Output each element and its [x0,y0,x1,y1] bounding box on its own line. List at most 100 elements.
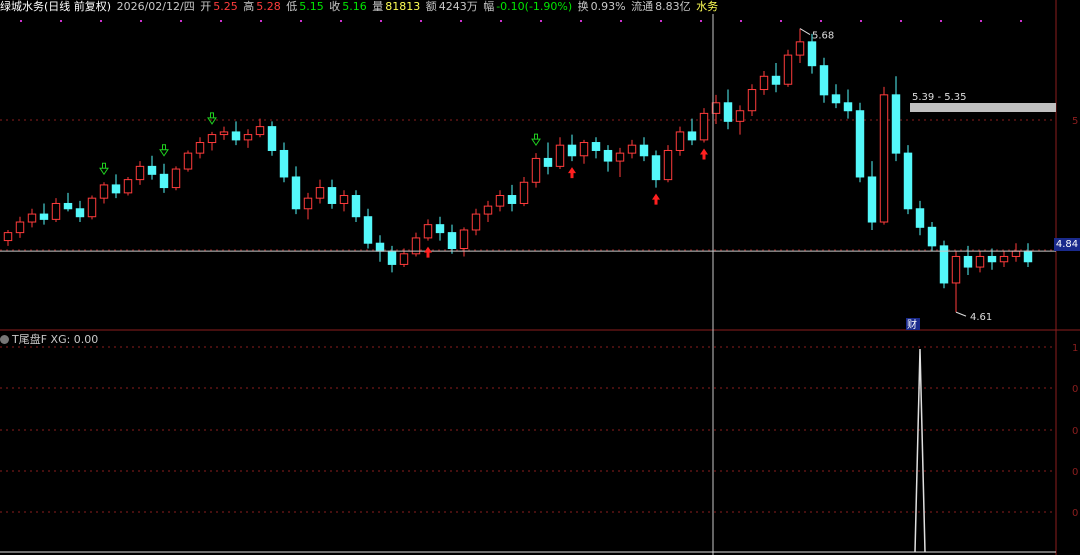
candle-body [591,142,601,151]
candle-body [159,173,169,189]
top-marker-dot [300,20,302,22]
top-marker-dot [660,20,662,22]
candle-body [747,89,757,112]
top-marker-dot [540,20,542,22]
candle-body [123,179,133,194]
candle-body [1023,250,1033,263]
candle-body [783,54,793,85]
grid-lines [0,0,1080,555]
low-pointer [955,311,967,317]
candle-body [663,149,673,181]
top-marker-dot [900,20,902,22]
candle-body [543,157,553,167]
candle-body [999,255,1009,263]
candle-body [363,216,373,244]
sub-axis-label: 0 [1072,467,1078,478]
candle-body [51,202,61,220]
candle-body [243,134,253,141]
close-value: 5.16 [342,0,367,13]
sub-panel-header: T尾盘F XG: 0.00 [0,333,98,347]
candle-body [723,102,733,122]
top-marker-dot [740,20,742,22]
range-box [910,103,1056,112]
low-label: 低 [286,0,298,13]
sub-axis-label: 0 [1072,426,1078,437]
candle-body [327,187,337,204]
candle-body [579,142,589,157]
candle-body [135,165,145,181]
high-pointer [799,28,811,36]
candle-body [879,94,889,223]
candle-body [507,195,517,204]
candle-body [495,195,505,207]
candle-body [339,195,349,204]
buy-arrow-icon [700,148,708,160]
high-value: 5.28 [256,0,281,13]
right-axis-label: 5 [1072,116,1078,127]
candle-body [3,232,13,242]
candle-body [615,152,625,162]
candle-body [603,149,613,162]
candle-body [231,131,241,141]
sub-axis-label: 0 [1072,508,1078,519]
settings-icon[interactable] [0,335,9,344]
top-marker-dot [940,20,942,22]
candle-body [735,110,745,122]
sell-arrow-icon [99,162,109,176]
candle-body [963,255,973,268]
candle-body [627,144,637,154]
candle-body [435,224,445,234]
candle-body [843,102,853,112]
top-marker-dot [620,20,622,22]
candle-body [927,226,937,247]
top-marker-dot [220,20,222,22]
candle-body [207,134,217,144]
sub-axis-label: 1 [1072,343,1078,354]
low-value: 5.15 [299,0,324,13]
candle-body [171,168,181,189]
candle-body [975,255,985,268]
candle-body [303,197,313,210]
top-marker-dot [260,20,262,22]
chart-stage: 5.68 4.61 5.39 - 5.35 财 5 1 0 0 0 0 绿城水务(日线 前复权) … [0,0,1080,555]
candle-body [423,224,433,239]
sell-arrow-icon [207,112,217,125]
volume-label: 量 [372,0,384,13]
range-label: 5.39 - 5.35 [912,92,967,103]
change-value: -0.10(-1.90%) [496,0,573,13]
candle-body [147,165,157,175]
candle-body [459,229,469,250]
candle-body [771,75,781,85]
candle-body [111,184,121,194]
float-label: 流通 [631,0,654,13]
stock-title: 绿城水务(日线 前复权) [0,0,112,13]
candle-body [471,213,481,231]
candle-body [291,176,301,210]
amount-value: 4243万 [438,0,478,13]
buy-arrow-icon [652,193,660,205]
top-marker-dot [140,20,142,22]
low-label: 4.61 [970,312,992,323]
candle-body [483,205,493,215]
top-marker-dot [380,20,382,22]
candle-body [87,197,97,218]
sector-label[interactable]: 水务 [696,0,718,13]
top-marker-dot [860,20,862,22]
buy-arrow-icon [424,246,432,258]
buy-arrow-icon [568,167,576,179]
float-value: 8.83亿 [655,0,691,13]
candle-body [315,187,325,199]
candle-body [219,131,229,136]
candle-body [759,75,769,91]
close-label: 收 [329,0,341,13]
top-marker-dot [500,20,502,22]
candle-body [183,152,193,170]
date-label: 2026/02/12/四 [116,0,195,13]
candle-body [195,142,205,154]
sub-panel-title: T尾盘F [12,333,48,346]
candle-body [687,131,697,141]
candle-body [867,176,877,223]
candle-body [267,126,277,151]
sell-arrow-icon [531,133,541,147]
quote-header: 绿城水务(日线 前复权) 2026/02/12/四 开 5.25 高 5.28 低5… [0,0,720,14]
